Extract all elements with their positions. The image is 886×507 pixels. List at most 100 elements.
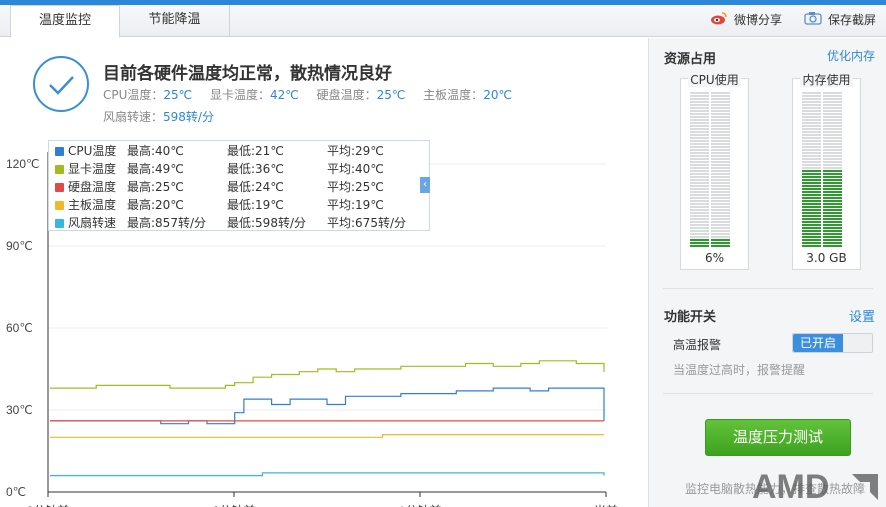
meter-segment xyxy=(711,128,730,130)
meter-segment xyxy=(711,191,730,193)
cpu-usage-label: CPU使用 xyxy=(688,73,741,87)
meter-segment xyxy=(802,230,821,232)
x-tick-label: 当前 xyxy=(594,503,618,507)
meter-segment xyxy=(802,143,821,145)
meter-segment xyxy=(823,245,842,247)
side-panel: 资源占用 优化内存 CPU使用 6% 内存使用 3.0 GB 功能开关 设置 高… xyxy=(648,38,886,507)
meter-segment xyxy=(690,128,709,130)
meter-segment xyxy=(711,107,730,109)
meter-segment xyxy=(823,143,842,145)
legend-swatch xyxy=(55,201,64,210)
meter-segment xyxy=(711,101,730,103)
legend-name: 主板温度 xyxy=(68,198,117,212)
meter-segment xyxy=(802,113,821,115)
legend-collapse-button[interactable]: ‹ xyxy=(420,177,430,193)
series-line-CPU温度 xyxy=(50,387,605,425)
fan-speed-label: 风扇转速： xyxy=(103,110,164,124)
meter-segment xyxy=(823,149,842,151)
meter-segment xyxy=(823,224,842,226)
disk-temp-item: 硬盘温度：25℃ xyxy=(317,88,406,102)
meter-segment xyxy=(802,203,821,205)
meter-segment xyxy=(823,92,842,94)
x-tick-label: 3分钟前 xyxy=(27,503,70,507)
meter-segment xyxy=(690,107,709,109)
meter-segment xyxy=(711,137,730,139)
meter-segment xyxy=(690,98,709,100)
meter-segment xyxy=(823,206,842,208)
toggle-on-label: 已开启 xyxy=(793,334,843,352)
fan-speed: 风扇转速：598转/分 xyxy=(103,108,214,125)
meter-segment xyxy=(711,239,730,241)
meter-segment xyxy=(711,179,730,181)
legend-avg: 平均:29℃ xyxy=(327,144,384,158)
meter-segment xyxy=(823,137,842,139)
meter-segment xyxy=(802,191,821,193)
high-temp-alarm-label: 高温报警 xyxy=(673,338,722,352)
gpu-temp-item: 显卡温度：42℃ xyxy=(210,88,299,102)
high-temp-alarm-toggle[interactable]: 已开启 xyxy=(792,333,873,353)
meter-segment xyxy=(711,113,730,115)
meter-segment xyxy=(802,245,821,247)
settings-link[interactable]: 设置 xyxy=(849,306,875,325)
meter-segment xyxy=(802,197,821,199)
board-temp-label: 主板温度： xyxy=(423,88,484,102)
y-tick-label: 120℃ xyxy=(6,157,40,171)
meter-segment xyxy=(802,233,821,235)
meter-segment xyxy=(690,119,709,121)
meter-segment xyxy=(690,218,709,220)
optimize-memory-link[interactable]: 优化内存 xyxy=(827,47,875,64)
legend-max: 最高:25℃ xyxy=(127,180,184,194)
meter-segment xyxy=(690,92,709,94)
meter-segment xyxy=(711,104,730,106)
meter-segment xyxy=(711,119,730,121)
meter-segment xyxy=(690,104,709,106)
meter-segment xyxy=(690,209,709,211)
save-screenshot-button[interactable]: 保存截屏 xyxy=(804,5,876,37)
meter-segment xyxy=(690,152,709,154)
stress-test-button[interactable]: 温度压力测试 xyxy=(705,419,851,456)
meter-segment xyxy=(690,239,709,241)
chart-legend: CPU温度 最高:40℃ 最低:21℃ 平均:29℃ 显卡温度 最高:49℃ 最… xyxy=(48,140,430,231)
meter-segment xyxy=(823,227,842,229)
cpu-usage-meter: CPU使用 6% xyxy=(680,73,749,270)
series-line-主板温度 xyxy=(50,434,604,438)
meter-segment xyxy=(823,209,842,211)
meter-segment xyxy=(690,149,709,151)
meter-segment xyxy=(690,164,709,166)
tab-temperature-monitor[interactable]: 温度监控 xyxy=(10,5,120,38)
meter-segment xyxy=(690,140,709,142)
meter-segment xyxy=(823,179,842,181)
meter-segment xyxy=(690,167,709,169)
meter-segment xyxy=(690,110,709,112)
meter-segment xyxy=(711,233,730,235)
meter-segment xyxy=(802,209,821,211)
svg-text:AMD: AMD xyxy=(752,468,829,506)
meter-segment xyxy=(711,194,730,196)
meter-segment xyxy=(802,131,821,133)
meter-segment xyxy=(823,230,842,232)
meter-segment xyxy=(823,170,842,172)
meter-segment xyxy=(802,155,821,157)
cpu-temp-item: CPU温度：25℃ xyxy=(103,88,192,102)
weibo-share-button[interactable]: 微博分享 xyxy=(710,5,782,37)
meter-segment xyxy=(690,143,709,145)
meter-segment xyxy=(711,134,730,136)
legend-swatch xyxy=(55,219,64,228)
tab-energy-cooling[interactable]: 节能降温 xyxy=(120,5,230,37)
meter-segment xyxy=(802,128,821,130)
meter-segment xyxy=(802,125,821,127)
legend-max: 最高:40℃ xyxy=(127,144,184,158)
meter-segment xyxy=(711,206,730,208)
meter-segment xyxy=(711,155,730,157)
meter-segment xyxy=(802,227,821,229)
meter-segment xyxy=(823,194,842,196)
meter-segment xyxy=(823,161,842,163)
meter-segment xyxy=(690,242,709,244)
meter-segment xyxy=(711,92,730,94)
disk-temp-value: 25℃ xyxy=(376,88,406,102)
meter-segment xyxy=(690,245,709,247)
cpu-temp-value: 25℃ xyxy=(163,88,193,102)
meter-segment xyxy=(802,224,821,226)
legend-max: 最高:20℃ xyxy=(127,198,184,212)
meter-segment xyxy=(711,152,730,154)
